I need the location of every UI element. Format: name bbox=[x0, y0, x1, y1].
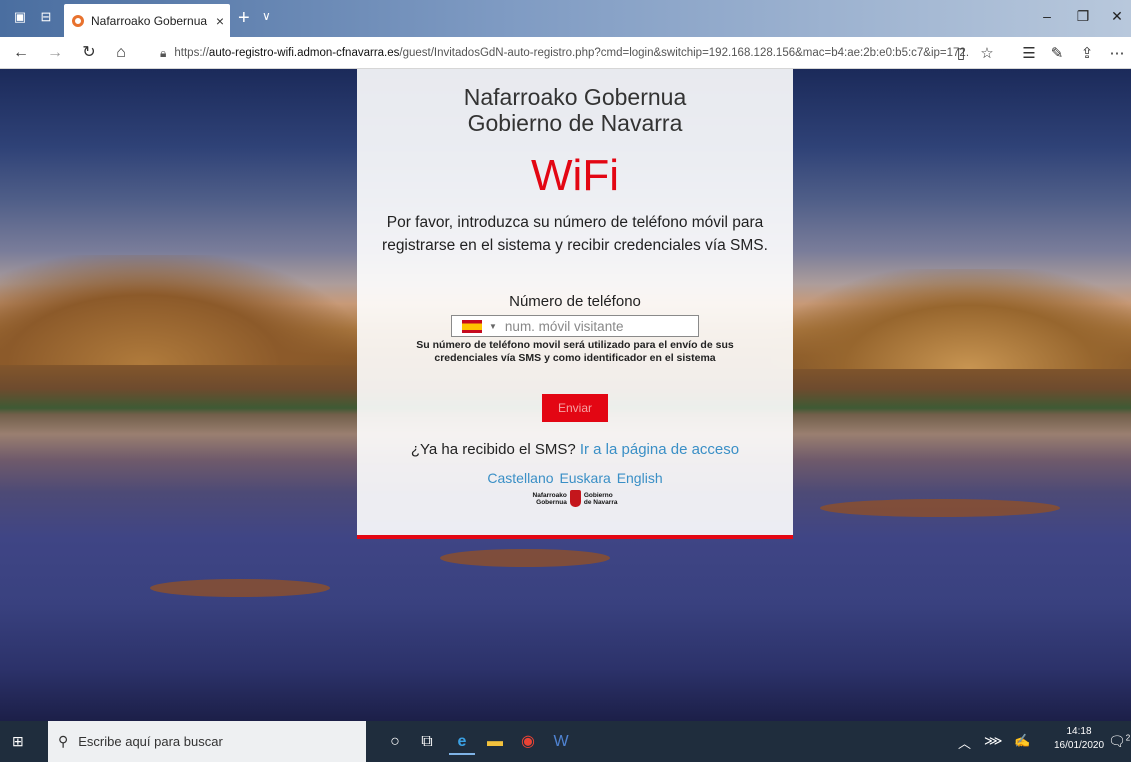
tab-actions-icon[interactable]: ▣ bbox=[12, 9, 28, 25]
edge-browser-icon[interactable]: e bbox=[449, 729, 475, 755]
logo-text-spanish: Gobierno de Navarra bbox=[584, 492, 618, 506]
registration-panel: Nafarroako Gobernua Gobierno de Navarra … bbox=[357, 69, 793, 539]
browser-tab[interactable]: Nafarroako Gobernua - × bbox=[64, 4, 230, 37]
restore-icon[interactable]: ❐ bbox=[1068, 8, 1098, 25]
phone-label: Número de teléfono bbox=[509, 293, 641, 310]
favorite-star-icon[interactable]: ☆ bbox=[976, 44, 998, 62]
help-line: Su número de teléfono movil será utiliza… bbox=[416, 339, 734, 351]
navarra-shield-icon bbox=[569, 490, 581, 507]
lock-icon: 🔒︎ bbox=[160, 45, 167, 60]
windows-taskbar: ⊞ ⚲ Escribe aquí para buscar ○ ⧉ e ▬ ◉ W… bbox=[0, 721, 1131, 762]
action-center-icon[interactable]: 🗨︎2 bbox=[1108, 733, 1130, 750]
logo-line: de Navarra bbox=[583, 498, 618, 506]
logo-line: Nafarroako bbox=[532, 491, 567, 499]
lang-castellano-link[interactable]: Castellano bbox=[487, 470, 553, 486]
background-hill-left bbox=[0, 255, 360, 365]
lang-euskara-link[interactable]: Euskara bbox=[559, 470, 610, 486]
background-hill-right bbox=[771, 269, 1131, 369]
network-icon[interactable]: ⋙ bbox=[984, 733, 1003, 749]
pen-workspace-icon[interactable]: ✍ bbox=[1014, 733, 1030, 749]
logo-line: Gobernua bbox=[536, 498, 567, 506]
set-aside-tabs-icon[interactable]: ⊟ bbox=[38, 9, 54, 25]
address-bar[interactable]: 🔒︎ https://auto-registro-wifi.admon-cfna… bbox=[160, 43, 970, 63]
logo-line: Gobierno bbox=[583, 491, 613, 499]
taskbar-clock[interactable]: 14:18 16/01/2020 bbox=[1054, 725, 1104, 753]
url-scheme: https:// bbox=[174, 47, 209, 59]
wifi-title: WiFi bbox=[531, 151, 619, 200]
forward-icon[interactable]: → bbox=[44, 44, 66, 62]
lang-english-link[interactable]: English bbox=[617, 470, 663, 486]
page-viewport: Nafarroako Gobernua Gobierno de Navarra … bbox=[0, 69, 1131, 721]
refresh-icon[interactable]: ↻ bbox=[78, 44, 100, 62]
phone-field: ▼ bbox=[451, 315, 699, 337]
intro-line: Por favor, introduzca su número de teléf… bbox=[386, 214, 764, 231]
logo-text-basque: Nafarroako Gobernua bbox=[533, 492, 567, 506]
spain-flag-icon[interactable] bbox=[462, 319, 482, 333]
country-dropdown-caret-icon[interactable]: ▼ bbox=[489, 322, 497, 331]
chrome-icon[interactable]: ◉ bbox=[515, 729, 541, 755]
access-page-link[interactable]: Ir a la página de acceso bbox=[580, 441, 739, 458]
taskbar-search[interactable]: ⚲ Escribe aquí para buscar bbox=[48, 721, 366, 762]
send-button[interactable]: Enviar bbox=[542, 394, 608, 422]
windows-start-icon[interactable]: ⊞ bbox=[12, 734, 27, 749]
language-selector: Castellano Euskara English bbox=[357, 470, 793, 486]
back-icon[interactable]: ← bbox=[10, 44, 32, 62]
close-window-icon[interactable]: ✕ bbox=[1102, 8, 1131, 25]
web-notes-icon[interactable]: ✎ bbox=[1046, 44, 1068, 62]
sms-question: ¿Ya ha recibido el SMS? bbox=[410, 441, 576, 458]
government-logo: Nafarroako Gobernua Gobierno de Navarra bbox=[357, 490, 793, 507]
intro-line: registrarse en el sistema y recibir cred… bbox=[382, 237, 768, 254]
site-favicon-icon bbox=[72, 14, 84, 27]
phone-input[interactable] bbox=[504, 318, 695, 334]
tab-close-icon[interactable]: × bbox=[210, 13, 230, 29]
org-name-basque: Nafarroako Gobernua bbox=[463, 84, 687, 110]
background-reeds bbox=[150, 579, 330, 597]
home-icon[interactable]: ⌂ bbox=[110, 44, 132, 62]
phone-help-text: Su número de teléfono movil será utiliza… bbox=[397, 339, 753, 365]
notification-count: 2 bbox=[1125, 733, 1131, 743]
more-menu-icon[interactable]: ⋯ bbox=[1106, 44, 1128, 62]
url-host: auto-registro-wifi.admon-cfnavarra.es bbox=[208, 47, 400, 59]
file-explorer-icon[interactable]: ▬ bbox=[482, 729, 508, 755]
background-reeds bbox=[820, 499, 1060, 517]
reading-view-icon[interactable]: ▯ bbox=[950, 44, 972, 62]
tab-title: Nafarroako Gobernua - bbox=[91, 13, 210, 28]
search-icon: ⚲ bbox=[58, 733, 69, 749]
clock-time: 14:18 bbox=[1066, 726, 1092, 737]
org-name-spanish: Gobierno de Navarra bbox=[467, 110, 683, 136]
new-tab-button[interactable]: + bbox=[238, 6, 250, 30]
sms-received-row: ¿Ya ha recibido el SMS? Ir a la página d… bbox=[357, 441, 793, 458]
address-toolbar: ← → ↻ ⌂ 🔒︎ https://auto-registro-wifi.ad… bbox=[0, 37, 1131, 69]
background-reeds bbox=[440, 549, 610, 567]
tab-preview-chevron-icon[interactable]: ∨ bbox=[262, 9, 271, 23]
taskbar-search-placeholder: Escribe aquí para buscar bbox=[78, 734, 223, 749]
cortana-icon[interactable]: ○ bbox=[382, 729, 408, 755]
browser-tab-bar: ▣ ⊟ Nafarroako Gobernua - × + ∨ – ❐ ✕ bbox=[0, 0, 1131, 37]
favorites-hub-icon[interactable]: ☰ bbox=[1018, 44, 1040, 62]
tray-chevron-up-icon[interactable]: ︿ bbox=[958, 733, 971, 752]
word-icon[interactable]: W bbox=[548, 729, 574, 755]
task-view-icon[interactable]: ⧉ bbox=[414, 729, 440, 755]
minimize-icon[interactable]: – bbox=[1032, 8, 1062, 24]
help-line: credenciales vía SMS y como identificado… bbox=[434, 352, 716, 364]
share-icon[interactable]: ⇪ bbox=[1076, 44, 1098, 62]
clock-date: 16/01/2020 bbox=[1054, 740, 1105, 751]
intro-text: Por favor, introduzca su número de teléf… bbox=[377, 211, 773, 257]
url-path: /guest/InvitadosGdN-auto-registro.php?cm… bbox=[399, 47, 970, 59]
